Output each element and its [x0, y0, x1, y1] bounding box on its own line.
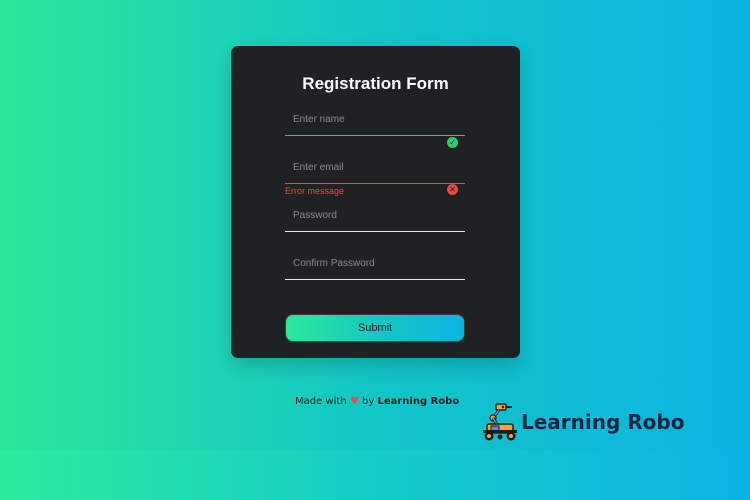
- heart-icon: ♥: [349, 396, 359, 407]
- robot-icon: [483, 403, 517, 441]
- name-field-wrapper: [285, 109, 465, 136]
- email-error-message: Error message: [285, 186, 345, 196]
- email-input[interactable]: [285, 158, 465, 184]
- registration-form-card: Registration Form ✓ ✕ Error message Subm…: [231, 46, 520, 358]
- bottom-band: [0, 450, 750, 500]
- confirm-password-field-wrapper: [285, 253, 465, 280]
- footer-by: by: [362, 396, 375, 407]
- email-field-wrapper: [285, 157, 465, 184]
- footer-credit: Made with ♥ by Learning Robo: [295, 396, 459, 407]
- footer-made-with: Made with: [295, 396, 347, 407]
- form-title: Registration Form: [302, 74, 449, 93]
- name-input[interactable]: [285, 110, 465, 136]
- confirm-password-input[interactable]: [285, 254, 465, 280]
- password-input[interactable]: [285, 206, 465, 232]
- error-circle-icon: ✕: [447, 184, 458, 195]
- submit-button[interactable]: Submit: [285, 314, 465, 342]
- footer-author[interactable]: Learning Robo: [377, 396, 459, 407]
- brand-name: Learning Robo: [521, 410, 685, 434]
- password-field-wrapper: [285, 205, 465, 232]
- check-circle-icon: ✓: [447, 137, 458, 148]
